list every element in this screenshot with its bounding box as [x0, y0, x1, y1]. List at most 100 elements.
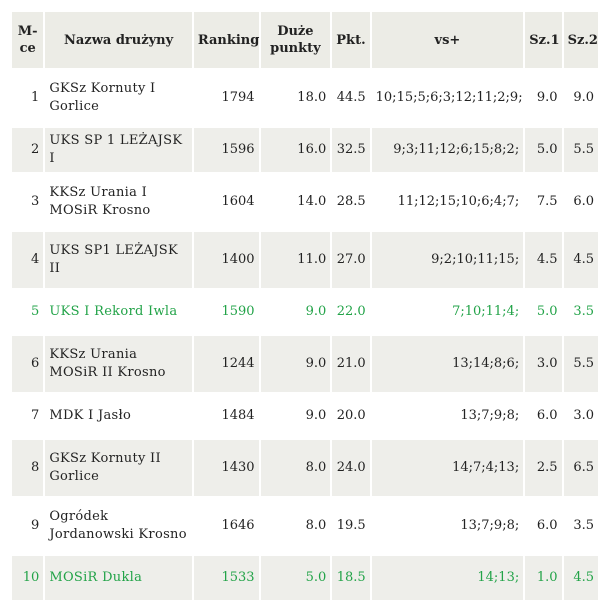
col-header-sz2[interactable]: Sz.2 — [563, 12, 598, 68]
table-row: 10 MOSiR Dukla 1533 5.0 18.5 14;13; 1.0 4.5 — [12, 556, 598, 600]
cell-sz2: 4.5 — [563, 556, 598, 600]
cell-team-name: GKSz Kornuty I Gorlice — [45, 70, 192, 126]
cell-points: 24.0 — [332, 440, 370, 496]
cell-big-points: 18.0 — [260, 70, 331, 126]
cell-points: 28.5 — [332, 174, 370, 230]
cell-big-points: 9.0 — [260, 290, 331, 334]
cell-ranking: 1484 — [193, 394, 259, 438]
table-row: 6 KKSz Urania MOSiR II Krosno 1244 9.0 21.0 1… — [12, 336, 598, 392]
cell-big-points: 5.0 — [260, 556, 331, 600]
cell-vs: 11;12;15;10;6;4;7; — [371, 174, 524, 230]
cell-sz2: 3.5 — [563, 290, 598, 334]
cell-place: 10 — [12, 556, 44, 600]
col-header-ranking[interactable]: Ranking — [193, 12, 259, 68]
cell-sz2: 9.0 — [563, 70, 598, 126]
cell-place: 8 — [12, 440, 44, 496]
cell-big-points: 8.0 — [260, 440, 331, 496]
cell-place: 3 — [12, 174, 44, 230]
cell-sz1: 5.0 — [525, 128, 562, 172]
col-header-team[interactable]: Nazwa drużyny — [45, 12, 192, 68]
cell-points: 22.0 — [332, 290, 370, 334]
cell-points: 20.0 — [332, 394, 370, 438]
cell-place: 7 — [12, 394, 44, 438]
cell-ranking: 1400 — [193, 232, 259, 288]
cell-sz1: 1.0 — [525, 556, 562, 600]
cell-ranking: 1590 — [193, 290, 259, 334]
cell-sz1: 3.0 — [525, 336, 562, 392]
cell-team-name: KKSz Urania I MOSiR Krosno — [45, 174, 192, 230]
cell-vs: 7;10;11;4; — [371, 290, 524, 334]
cell-ranking: 1244 — [193, 336, 259, 392]
cell-team-name: Ogródek Jordanowski Krosno — [45, 498, 192, 554]
table-row: 8 GKSz Kornuty II Gorlice 1430 8.0 24.0 14;7;… — [12, 440, 598, 496]
header-row: M-ce Nazwa drużyny Ranking Duże punkty P… — [12, 12, 598, 68]
cell-big-points: 8.0 — [260, 498, 331, 554]
cell-team-name: GKSz Kornuty II Gorlice — [45, 440, 192, 496]
table-row: 3 KKSz Urania I MOSiR Krosno 1604 14.0 28.5 1… — [12, 174, 598, 230]
table-row: 5 UKS I Rekord Iwla 1590 9.0 22.0 7;10;11;4; 5… — [12, 290, 598, 334]
cell-place: 6 — [12, 336, 44, 392]
cell-place: 5 — [12, 290, 44, 334]
cell-sz2: 3.5 — [563, 498, 598, 554]
cell-team-name: KKSz Urania MOSiR II Krosno — [45, 336, 192, 392]
cell-vs: 13;7;9;8; — [371, 498, 524, 554]
table-row: 4 UKS SP1 LEŻAJSK II 1400 11.0 27.0 9;2;10;11… — [12, 232, 598, 288]
cell-ranking: 1596 — [193, 128, 259, 172]
cell-team-name: UKS SP1 LEŻAJSK II — [45, 232, 192, 288]
cell-sz1: 6.0 — [525, 394, 562, 438]
cell-sz1: 9.0 — [525, 70, 562, 126]
cell-big-points: 16.0 — [260, 128, 331, 172]
col-header-place[interactable]: M-ce — [12, 12, 44, 68]
cell-sz2: 6.5 — [563, 440, 598, 496]
cell-sz1: 5.0 — [525, 290, 562, 334]
cell-vs: 10;15;5;6;3;12;11;2;9; — [371, 70, 524, 126]
table-row: 9 Ogródek Jordanowski Krosno 1646 8.0 19.5 13… — [12, 498, 598, 554]
cell-ranking: 1646 — [193, 498, 259, 554]
cell-sz1: 7.5 — [525, 174, 562, 230]
cell-ranking: 1430 — [193, 440, 259, 496]
cell-place: 2 — [12, 128, 44, 172]
cell-team-name: UKS I Rekord Iwla — [45, 290, 192, 334]
cell-sz1: 2.5 — [525, 440, 562, 496]
cell-vs: 14;7;4;13; — [371, 440, 524, 496]
cell-vs: 9;3;11;12;6;15;8;2; — [371, 128, 524, 172]
cell-sz2: 6.0 — [563, 174, 598, 230]
cell-big-points: 9.0 — [260, 394, 331, 438]
cell-vs: 13;14;8;6; — [371, 336, 524, 392]
col-header-vs[interactable]: vs+ — [371, 12, 524, 68]
cell-place: 9 — [12, 498, 44, 554]
table-row: 1 GKSz Kornuty I Gorlice 1794 18.0 44.5 10;15… — [12, 70, 598, 126]
cell-ranking: 1794 — [193, 70, 259, 126]
cell-place: 4 — [12, 232, 44, 288]
cell-place: 1 — [12, 70, 44, 126]
cell-points: 44.5 — [332, 70, 370, 126]
col-header-sz1[interactable]: Sz.1 — [525, 12, 562, 68]
cell-sz1: 4.5 — [525, 232, 562, 288]
cell-points: 19.5 — [332, 498, 370, 554]
cell-ranking: 1533 — [193, 556, 259, 600]
cell-sz2: 3.0 — [563, 394, 598, 438]
standings-body: 1 GKSz Kornuty I Gorlice 1794 18.0 44.5 10;15… — [12, 70, 598, 600]
col-header-big-points[interactable]: Duże punkty — [260, 12, 331, 68]
cell-big-points: 9.0 — [260, 336, 331, 392]
cell-points: 18.5 — [332, 556, 370, 600]
table-row: 2 UKS SP 1 LEŻAJSK I 1596 16.0 32.5 9;3;11;12… — [12, 128, 598, 172]
cell-points: 32.5 — [332, 128, 370, 172]
cell-ranking: 1604 — [193, 174, 259, 230]
cell-points: 27.0 — [332, 232, 370, 288]
cell-sz2: 4.5 — [563, 232, 598, 288]
cell-vs: 14;13; — [371, 556, 524, 600]
cell-big-points: 14.0 — [260, 174, 331, 230]
cell-team-name: MOSiR Dukla — [45, 556, 192, 600]
cell-sz2: 5.5 — [563, 336, 598, 392]
table-row: 7 MDK I Jasło 1484 9.0 20.0 13;7;9;8; 6.0 3.0 — [12, 394, 598, 438]
cell-sz2: 5.5 — [563, 128, 598, 172]
cell-vs: 9;2;10;11;15; — [371, 232, 524, 288]
cell-points: 21.0 — [332, 336, 370, 392]
standings-table: M-ce Nazwa drużyny Ranking Duże punkty P… — [10, 10, 600, 602]
cell-sz1: 6.0 — [525, 498, 562, 554]
col-header-points[interactable]: Pkt. — [332, 12, 370, 68]
cell-team-name: UKS SP 1 LEŻAJSK I — [45, 128, 192, 172]
cell-vs: 13;7;9;8; — [371, 394, 524, 438]
cell-team-name: MDK I Jasło — [45, 394, 192, 438]
